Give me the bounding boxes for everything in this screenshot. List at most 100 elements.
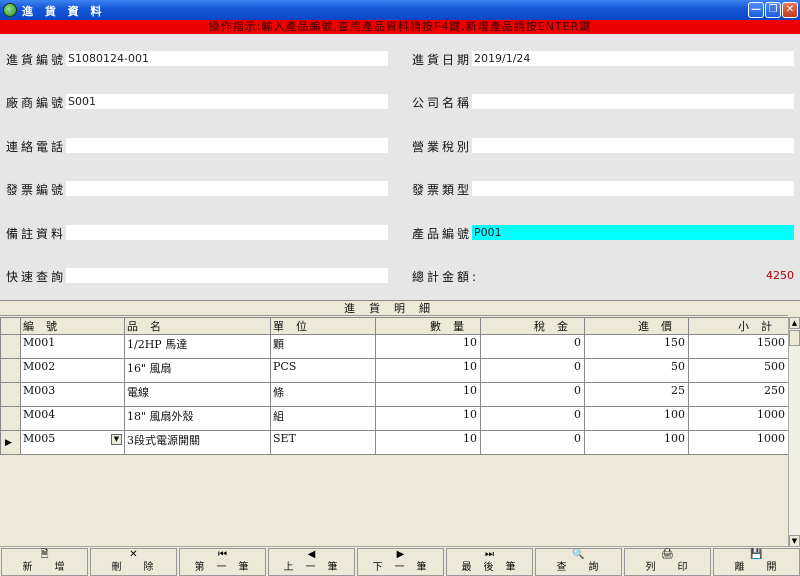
row-selector[interactable]: [0, 382, 21, 407]
vendor-no-field[interactable]: S001: [66, 94, 388, 109]
previous-record-icon: ◀: [307, 549, 316, 560]
cell-subtotal[interactable]: 250: [688, 382, 789, 407]
new-document-icon: 🗎: [40, 549, 49, 560]
purchase-date-field[interactable]: 2019/1/24: [472, 51, 794, 66]
search-button[interactable]: 🔍 查詢: [535, 548, 622, 576]
row-selector[interactable]: [0, 358, 21, 383]
add-button-label: 新增: [22, 562, 87, 573]
first-record-label: 第一筆: [194, 562, 261, 573]
table-row[interactable]: M003 電線 條 10 0 25 250: [0, 382, 789, 407]
tax-type-field[interactable]: [472, 138, 794, 153]
chevron-down-icon[interactable]: ▼: [111, 434, 122, 445]
cell-tax[interactable]: 0: [480, 382, 585, 407]
cell-subtotal[interactable]: 1000: [688, 430, 789, 455]
cell-price[interactable]: 100: [584, 430, 689, 455]
window-title: 進 貨 資 料: [22, 5, 106, 18]
cell-unit[interactable]: 顆: [270, 334, 376, 359]
instruction-banner: 操作指示:輸入產品編號,查詢產品資料請按F4鍵,新增產品請按ENTER鍵: [0, 20, 800, 34]
table-row-current[interactable]: ▶ M005 ▼ 3段式電源開關 SET 10 0 100 1000: [0, 430, 789, 455]
purchase-no-field[interactable]: S1080124-001: [66, 51, 388, 66]
col-header-price[interactable]: 進價: [584, 317, 689, 335]
col-header-qty[interactable]: 數量: [375, 317, 481, 335]
cell-code[interactable]: M003: [20, 382, 125, 407]
last-record-label: 最後筆: [461, 562, 528, 573]
col-header-unit[interactable]: 單位: [270, 317, 376, 335]
cell-code[interactable]: M001: [20, 334, 125, 359]
minimize-button[interactable]: —: [748, 2, 764, 18]
previous-record-button[interactable]: ◀ 上一筆: [268, 548, 355, 576]
cell-qty[interactable]: 10: [375, 382, 481, 407]
quick-search-label: 快速查詢:: [6, 270, 74, 284]
vendor-no-label: 廠商編號:: [6, 96, 74, 110]
col-header-subtotal[interactable]: 小計: [688, 317, 789, 335]
scroll-up-icon[interactable]: ▲: [789, 317, 800, 329]
cell-unit[interactable]: SET: [270, 430, 376, 455]
grid-caption: 進貨明細: [0, 301, 788, 316]
invoice-no-field[interactable]: [66, 181, 388, 196]
row-selector[interactable]: ▶: [0, 430, 21, 455]
cell-name[interactable]: 1/2HP 馬達: [124, 334, 271, 359]
next-record-button[interactable]: ▶ 下一筆: [357, 548, 444, 576]
cell-tax[interactable]: 0: [480, 406, 585, 431]
cell-unit[interactable]: PCS: [270, 358, 376, 383]
remarks-field[interactable]: [66, 225, 388, 240]
cell-name[interactable]: 電線: [124, 382, 271, 407]
last-record-button[interactable]: ⏭ 最後筆: [446, 548, 533, 576]
cell-name[interactable]: 18" 風扇外殼: [124, 406, 271, 431]
purchase-form: 進貨編號: S1080124-001 進貨日期: 2019/1/24 廠商編號:…: [0, 34, 800, 296]
cell-qty[interactable]: 10: [375, 430, 481, 455]
first-record-button[interactable]: ⏮ 第一筆: [179, 548, 266, 576]
close-button[interactable]: ✕: [782, 2, 798, 18]
cell-subtotal[interactable]: 500: [688, 358, 789, 383]
company-name-field[interactable]: [472, 94, 794, 109]
cell-subtotal[interactable]: 1000: [688, 406, 789, 431]
exit-button[interactable]: 💾 離開: [713, 548, 800, 576]
delete-button[interactable]: ✕ 刪除: [90, 548, 177, 576]
row-selector[interactable]: [0, 406, 21, 431]
cell-name[interactable]: 16" 風扇: [124, 358, 271, 383]
print-button[interactable]: 🖨 列印: [624, 548, 711, 576]
cell-tax[interactable]: 0: [480, 358, 585, 383]
purchase-date-label: 進貨日期:: [412, 53, 480, 67]
next-record-label: 下一筆: [372, 562, 439, 573]
quick-search-field[interactable]: [66, 268, 388, 283]
cell-code[interactable]: M004: [20, 406, 125, 431]
cell-price[interactable]: 25: [584, 382, 689, 407]
table-row[interactable]: M001 1/2HP 馬達 顆 10 0 150 1500: [0, 334, 789, 359]
cell-tax[interactable]: 0: [480, 430, 585, 455]
cell-price[interactable]: 100: [584, 406, 689, 431]
cell-unit[interactable]: 條: [270, 382, 376, 407]
row-selector[interactable]: [0, 334, 21, 359]
cell-subtotal[interactable]: 1500: [688, 334, 789, 359]
row-selector-header: [0, 317, 21, 335]
col-header-name[interactable]: 品名: [124, 317, 271, 335]
delete-button-label: 刪除: [111, 562, 176, 573]
product-no-label: 產品編號:: [412, 227, 480, 241]
total-amount: 4250: [766, 269, 794, 282]
scroll-thumb[interactable]: [789, 330, 800, 346]
table-row[interactable]: M004 18" 風扇外殼 組 10 0 100 1000: [0, 406, 789, 431]
cell-qty[interactable]: 10: [375, 358, 481, 383]
cell-qty[interactable]: 10: [375, 406, 481, 431]
cell-code[interactable]: M002: [20, 358, 125, 383]
cell-code-text: M005: [23, 432, 56, 445]
add-button[interactable]: 🗎 新增: [1, 548, 88, 576]
last-record-icon: ⏭: [485, 549, 494, 560]
maximize-button[interactable]: ❐: [765, 2, 781, 18]
col-header-tax[interactable]: 稅金: [480, 317, 585, 335]
cell-name[interactable]: 3段式電源開關: [124, 430, 271, 455]
col-header-code[interactable]: 編號: [20, 317, 125, 335]
invoice-type-field[interactable]: [472, 181, 794, 196]
product-no-field[interactable]: P001: [472, 225, 794, 240]
table-row[interactable]: M002 16" 風扇 PCS 10 0 50 500: [0, 358, 789, 383]
cell-tax[interactable]: 0: [480, 334, 585, 359]
cell-price[interactable]: 50: [584, 358, 689, 383]
search-icon: 🔍: [572, 549, 585, 560]
company-name-label: 公司名稱:: [412, 96, 480, 110]
cell-qty[interactable]: 10: [375, 334, 481, 359]
vertical-scrollbar[interactable]: ▲ ▼: [788, 317, 800, 547]
phone-field[interactable]: [66, 138, 388, 153]
cell-unit[interactable]: 組: [270, 406, 376, 431]
cell-price[interactable]: 150: [584, 334, 689, 359]
cell-code[interactable]: M005 ▼: [20, 430, 125, 455]
